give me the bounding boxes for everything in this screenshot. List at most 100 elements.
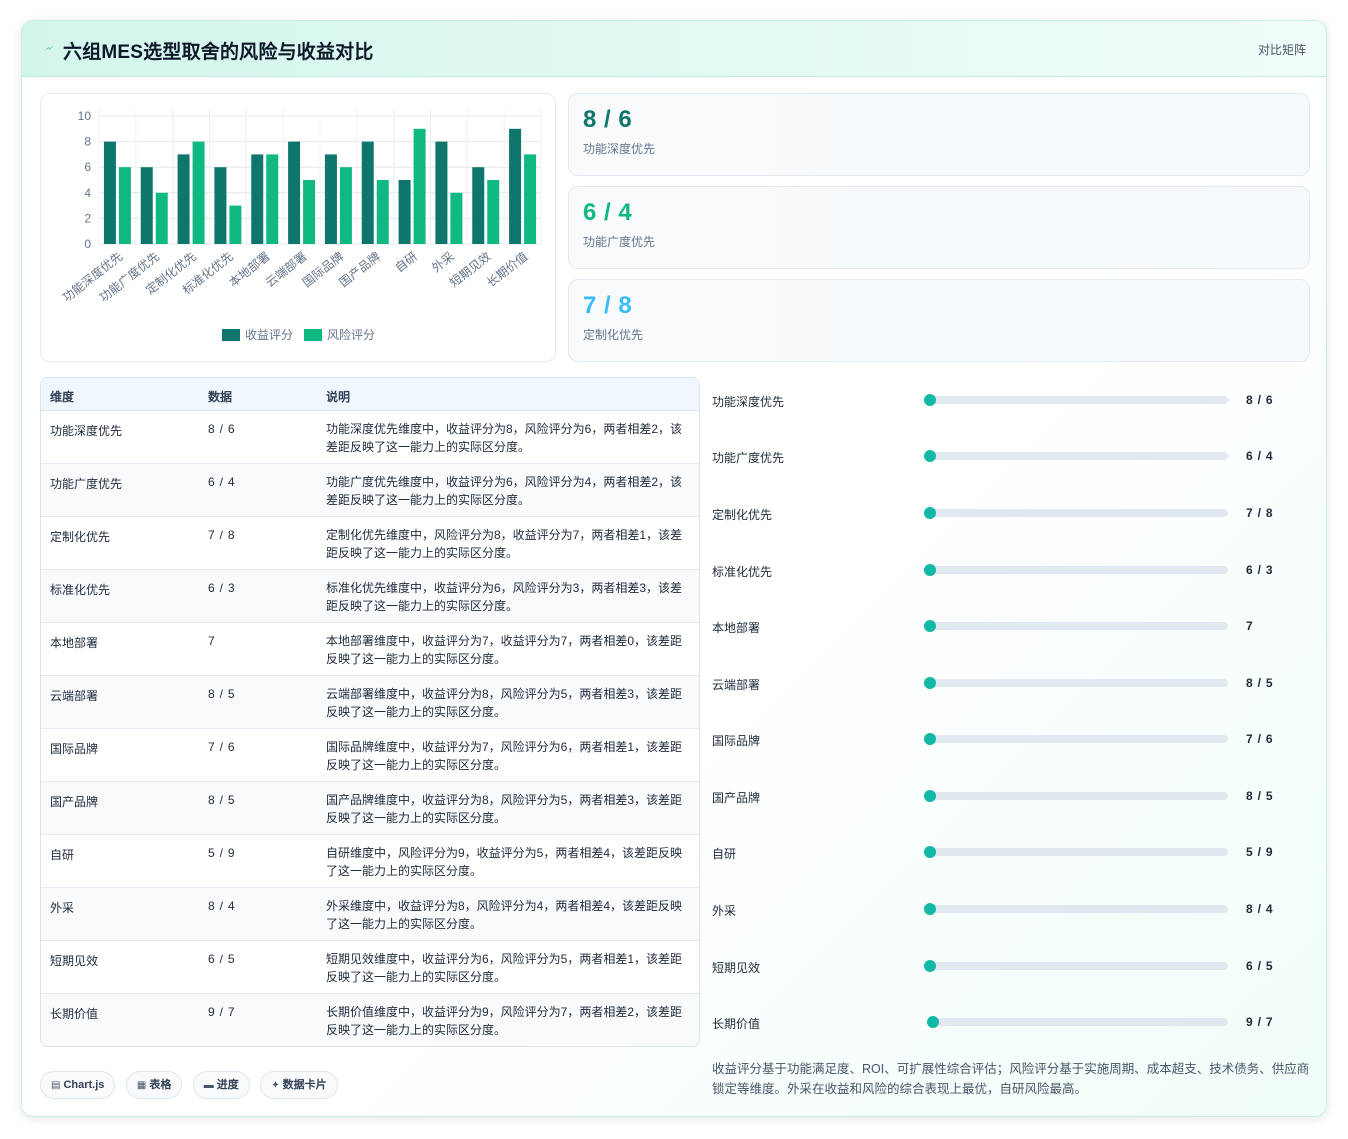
cell-dimension: 标准化优先 <box>50 583 111 597</box>
bar <box>435 141 448 244</box>
cell-description: 定制化优先维度中，风险评分为8，收益评分为7，两者相差1，该差距反映了这一能力上… <box>326 528 683 560</box>
progress-knob <box>924 450 936 462</box>
bar <box>288 141 301 244</box>
progress-item: 国产品牌 8 / 5 <box>712 787 1292 807</box>
bar <box>339 167 352 244</box>
cell-description: 功能深度优先维度中，收益评分为8，风险评分为6，两者相差2，该差距反映了这一能力… <box>326 422 683 454</box>
bar <box>140 167 153 244</box>
kpi-card: 6 / 4 功能广度优先 <box>568 186 1310 269</box>
page-title: 六组MES选型取舍的风险与收益对比 <box>63 42 374 63</box>
column-header-description: 说明 <box>326 390 351 404</box>
table-row: 定制化优先 7 / 8 定制化优先维度中，风险评分为8，收益评分为7，两者相差1… <box>41 517 699 570</box>
progress-value: 9 / 7 <box>1246 1015 1274 1029</box>
progress-value: 8 / 5 <box>1246 676 1274 690</box>
bar <box>413 128 426 244</box>
kpi-value: 6 / 4 <box>583 199 633 226</box>
data-table: 维度 数据 说明 功能深度优先 8 / 6 功能深度优先维度中，收益评分为8，风… <box>40 377 700 1047</box>
cell-dimension: 外采 <box>50 901 75 915</box>
progress-knob <box>924 677 936 689</box>
progress-knob <box>924 733 936 745</box>
bar <box>192 141 205 244</box>
chip-chartjs[interactable]: ▤ Chart.js <box>40 1071 116 1099</box>
progress-icon: ▬ <box>203 1080 214 1091</box>
progress-value: 6 / 3 <box>1246 563 1274 577</box>
compare-matrix-link[interactable]: 对比矩阵 <box>1258 41 1306 58</box>
chip-label: Chart.js <box>63 1079 105 1091</box>
cell-data: 8 / 6 <box>208 422 236 436</box>
progress-value: 8 / 4 <box>1246 902 1274 916</box>
card-icon: ✦ <box>271 1080 280 1091</box>
cell-dimension: 本地部署 <box>50 636 99 650</box>
progress-label: 功能广度优先 <box>712 451 785 465</box>
table-row: 标准化优先 6 / 3 标准化优先维度中，收益评分为6，风险评分为3，两者相差3… <box>41 570 699 623</box>
progress-label: 自研 <box>712 847 737 861</box>
cell-data: 8 / 5 <box>208 687 236 701</box>
progress-value: 7 <box>1246 619 1254 633</box>
progress-knob <box>926 1016 939 1028</box>
progress-track <box>924 450 1228 462</box>
progress-label: 国际品牌 <box>712 734 761 748</box>
cell-dimension: 国际品牌 <box>50 742 99 756</box>
cell-data: 8 / 5 <box>208 793 236 807</box>
y-tick-label: 0 <box>84 237 91 251</box>
table-row: 国际品牌 7 / 6 国际品牌维度中，收益评分为7，风险评分为6，两者相差1，该… <box>41 729 699 782</box>
progress-value: 5 / 9 <box>1246 845 1274 859</box>
x-tick-label: 长期价值 <box>483 249 530 290</box>
bar <box>103 141 116 244</box>
table-header: 维度 数据 说明 <box>41 378 699 411</box>
progress-label: 外采 <box>712 904 737 918</box>
cell-description: 国产品牌维度中，收益评分为8，风险评分为5，两者相差3，该差距反映了这一能力上的… <box>326 793 683 825</box>
progress-knob <box>924 790 936 802</box>
cell-dimension: 长期价值 <box>50 1007 99 1021</box>
methodology-note: 收益评分基于功能满足度、ROI、可扩展性综合评估；风险评分基于实施周期、成本超支… <box>712 1062 1310 1096</box>
table-row: 国产品牌 8 / 5 国产品牌维度中，收益评分为8，风险评分为5，两者相差3，该… <box>41 782 699 835</box>
cell-data: 7 <box>208 634 216 648</box>
progress-item: 长期价值 9 / 7 <box>712 1013 1292 1033</box>
y-tick-label: 6 <box>84 160 91 174</box>
bar <box>472 167 485 244</box>
progress-value: 7 / 8 <box>1246 506 1274 520</box>
progress-item: 本地部署 7 <box>712 617 1292 637</box>
chip-progress[interactable]: ▬ 进度 <box>192 1071 250 1099</box>
bar <box>155 192 168 244</box>
cell-description: 云端部署维度中，收益评分为8，风险评分为5，两者相差3，该差距反映了这一能力上的… <box>326 687 683 719</box>
cell-data: 5 / 9 <box>208 846 236 860</box>
column-header-dimension: 维度 <box>50 390 75 404</box>
legend-swatch <box>304 329 322 341</box>
chart-icon: ▤ <box>51 1080 61 1091</box>
y-tick-label: 8 <box>84 135 91 149</box>
progress-value: 6 / 4 <box>1246 449 1274 463</box>
bar <box>509 128 522 244</box>
kpi-value: 8 / 6 <box>583 106 633 133</box>
bar <box>303 180 316 244</box>
cell-data: 8 / 4 <box>208 899 236 913</box>
progress-track <box>924 677 1228 689</box>
progress-value: 8 / 6 <box>1246 393 1274 407</box>
progress-label: 云端部署 <box>712 678 761 692</box>
table-icon: ▦ <box>136 1080 147 1091</box>
progress-knob <box>924 960 936 972</box>
column-header-data: 数据 <box>208 390 233 404</box>
kpi-card: 8 / 6 功能深度优先 <box>568 93 1310 176</box>
progress-label: 长期价值 <box>712 1017 761 1031</box>
cell-data: 7 / 6 <box>208 740 236 754</box>
legend-label: 收益评分 <box>245 328 293 342</box>
bar <box>376 180 389 244</box>
kpi-label: 定制化优先 <box>583 328 644 342</box>
progress-track <box>924 903 1228 915</box>
kpi-card: 7 / 8 定制化优先 <box>568 279 1310 362</box>
chip-data-card[interactable]: ✦ 数据卡片 <box>260 1071 338 1099</box>
cell-description: 短期见效维度中，收益评分为6，风险评分为5，两者相差1，该差距反映了这一能力上的… <box>326 952 683 984</box>
bar <box>118 167 131 244</box>
chip-table[interactable]: ▦ 表格 <box>125 1071 183 1099</box>
progress-value: 6 / 5 <box>1246 959 1274 973</box>
progress-track <box>924 507 1228 519</box>
bar <box>324 154 337 244</box>
kpi-label: 功能深度优先 <box>583 142 656 156</box>
cell-dimension: 自研 <box>50 848 75 862</box>
progress-item: 标准化优先 6 / 3 <box>712 561 1292 581</box>
progress-track <box>924 564 1228 576</box>
cell-description: 外采维度中，收益评分为8，风险评分为4，两者相差4，该差距反映了这一能力上的实际… <box>326 899 683 931</box>
progress-track <box>924 733 1228 745</box>
chip-label: 进度 <box>216 1079 239 1091</box>
